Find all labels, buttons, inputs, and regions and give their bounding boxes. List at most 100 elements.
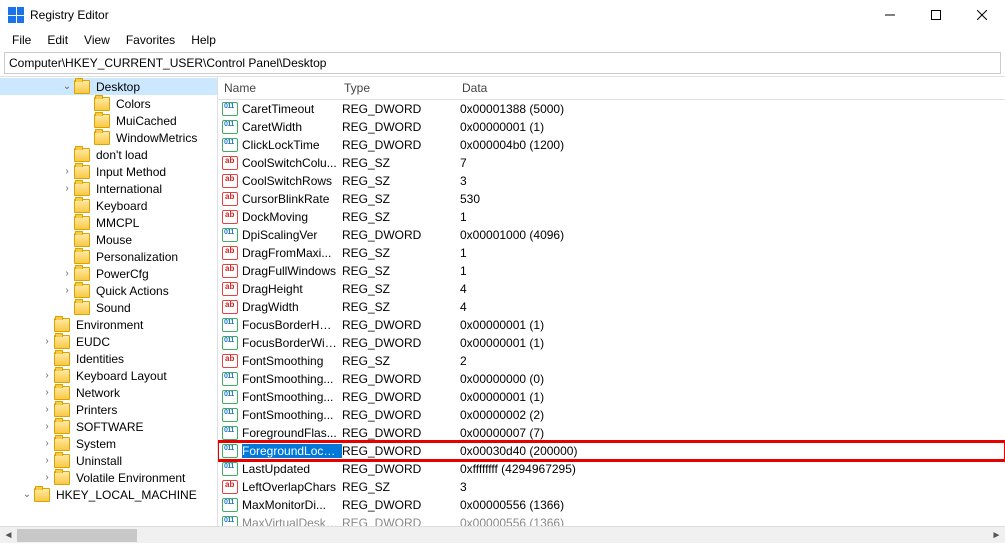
value-name: DpiScalingVer xyxy=(242,228,342,242)
value-row[interactable]: FontSmoothing...REG_DWORD0x00000000 (0) xyxy=(218,370,1005,388)
tree-item[interactable]: don't load xyxy=(0,146,217,163)
tree-item[interactable]: ›Network xyxy=(0,384,217,401)
tree-item-label: don't load xyxy=(94,148,150,162)
tree-item[interactable]: WindowMetrics xyxy=(0,129,217,146)
tree-item[interactable]: Keyboard xyxy=(0,197,217,214)
value-name: DragHeight xyxy=(242,282,342,296)
value-row[interactable]: CaretTimeoutREG_DWORD0x00001388 (5000) xyxy=(218,100,1005,118)
tree-item[interactable]: Sound xyxy=(0,299,217,316)
menu-help[interactable]: Help xyxy=(183,31,224,49)
expander-icon[interactable]: › xyxy=(40,438,54,449)
col-type[interactable]: Type xyxy=(338,77,456,99)
scroll-track[interactable] xyxy=(17,527,988,543)
expander-icon[interactable]: ⌄ xyxy=(60,81,74,92)
tree-item[interactable]: Personalization xyxy=(0,248,217,265)
value-name: FontSmoothing... xyxy=(242,390,342,404)
scroll-left-arrow[interactable]: ◄ xyxy=(0,527,17,544)
tree-pane[interactable]: ⌄ DesktopColorsMuiCachedWindowMetrics don'… xyxy=(0,77,218,526)
tree-item[interactable]: ›Printers xyxy=(0,401,217,418)
expander-icon[interactable]: › xyxy=(40,421,54,432)
value-row[interactable]: LastUpdatedREG_DWORD0xffffffff (42949672… xyxy=(218,460,1005,478)
folder-icon xyxy=(54,437,70,451)
menu-view[interactable]: View xyxy=(76,31,118,49)
value-row[interactable]: FocusBorderHei...REG_DWORD0x00000001 (1) xyxy=(218,316,1005,334)
tree-item[interactable]: Environment xyxy=(0,316,217,333)
tree-item[interactable]: ›System xyxy=(0,435,217,452)
expander-icon[interactable]: › xyxy=(40,387,54,398)
tree-item[interactable]: ⌄ Desktop xyxy=(0,78,217,95)
value-row[interactable]: DpiScalingVerREG_DWORD0x00001000 (4096) xyxy=(218,226,1005,244)
close-button[interactable] xyxy=(959,0,1005,30)
value-row[interactable]: ForegroundLock...REG_DWORD0x00030d40 (20… xyxy=(218,442,1005,460)
expander-icon[interactable]: › xyxy=(40,455,54,466)
folder-icon xyxy=(54,454,70,468)
tree-item[interactable]: › International xyxy=(0,180,217,197)
expander-icon[interactable]: › xyxy=(40,336,54,347)
tree-item[interactable]: ›Uninstall xyxy=(0,452,217,469)
expander-icon[interactable]: › xyxy=(40,472,54,483)
expander-icon[interactable]: › xyxy=(60,166,74,177)
value-row[interactable]: CaretWidthREG_DWORD0x00000001 (1) xyxy=(218,118,1005,136)
expander-icon[interactable]: › xyxy=(60,268,74,279)
value-row[interactable]: FontSmoothing...REG_DWORD0x00000001 (1) xyxy=(218,388,1005,406)
value-row[interactable]: ForegroundFlas...REG_DWORD0x00000007 (7) xyxy=(218,424,1005,442)
value-row[interactable]: DragFullWindowsREG_SZ1 xyxy=(218,262,1005,280)
values-pane[interactable]: Name Type Data CaretTimeoutREG_DWORD0x00… xyxy=(218,77,1005,526)
menu-favorites[interactable]: Favorites xyxy=(118,31,183,49)
tree-item[interactable]: Colors xyxy=(0,95,217,112)
tree-item-label: Volatile Environment xyxy=(74,471,187,485)
value-name: CaretTimeout xyxy=(242,102,342,116)
expander-icon[interactable]: › xyxy=(60,285,74,296)
expander-icon[interactable]: › xyxy=(60,183,74,194)
tree-item-label: Desktop xyxy=(94,80,142,94)
tree-item[interactable]: ›Input Method xyxy=(0,163,217,180)
value-row[interactable]: CoolSwitchColu...REG_SZ7 xyxy=(218,154,1005,172)
minimize-button[interactable] xyxy=(867,0,913,30)
tree-item[interactable]: › Volatile Environment xyxy=(0,469,217,486)
expander-icon[interactable]: › xyxy=(40,370,54,381)
value-row[interactable]: FontSmoothingREG_SZ2 xyxy=(218,352,1005,370)
value-row[interactable]: MaxMonitorDi...REG_DWORD0x00000556 (1366… xyxy=(218,496,1005,514)
expander-icon[interactable]: ⌄ xyxy=(20,489,34,500)
tree-item[interactable]: ›Quick Actions xyxy=(0,282,217,299)
value-row[interactable]: CursorBlinkRateREG_SZ530 xyxy=(218,190,1005,208)
tree-item[interactable]: ⌄HKEY_LOCAL_MACHINE xyxy=(0,486,217,503)
value-row[interactable]: FontSmoothing...REG_DWORD0x00000002 (2) xyxy=(218,406,1005,424)
value-row[interactable]: FocusBorderWid...REG_DWORD0x00000001 (1) xyxy=(218,334,1005,352)
tree-item-label: International xyxy=(94,182,164,196)
tree-item[interactable]: ›EUDC xyxy=(0,333,217,350)
value-row[interactable]: CoolSwitchRowsREG_SZ3 xyxy=(218,172,1005,190)
binary-icon xyxy=(222,426,238,440)
address-bar[interactable]: Computer\HKEY_CURRENT_USER\Control Panel… xyxy=(4,52,1001,74)
horizontal-scrollbar[interactable]: ◄ ► xyxy=(0,526,1005,543)
value-data: 0x00000001 (1) xyxy=(460,336,1005,350)
tree-item[interactable]: Identities xyxy=(0,350,217,367)
menu-edit[interactable]: Edit xyxy=(39,31,76,49)
value-type: REG_DWORD xyxy=(342,120,460,134)
col-data[interactable]: Data xyxy=(456,77,1005,99)
value-row[interactable]: LeftOverlapCharsREG_SZ3 xyxy=(218,478,1005,496)
value-row[interactable]: ClickLockTimeREG_DWORD0x000004b0 (1200) xyxy=(218,136,1005,154)
tree-item[interactable]: Mouse xyxy=(0,231,217,248)
value-row[interactable]: MaxVirtualDeskt...REG_DWORD0x00000556 (1… xyxy=(218,514,1005,526)
scroll-right-arrow[interactable]: ► xyxy=(988,527,1005,544)
value-data: 1 xyxy=(460,210,1005,224)
tree-item[interactable]: ›Keyboard Layout xyxy=(0,367,217,384)
expander-icon[interactable]: › xyxy=(40,404,54,415)
value-type: REG_SZ xyxy=(342,192,460,206)
value-row[interactable]: DockMovingREG_SZ1 xyxy=(218,208,1005,226)
tree-item-label: PowerCfg xyxy=(94,267,151,281)
value-row[interactable]: DragFromMaxi...REG_SZ1 xyxy=(218,244,1005,262)
col-name[interactable]: Name xyxy=(218,77,338,99)
scroll-thumb[interactable] xyxy=(17,529,137,542)
value-type: REG_DWORD xyxy=(342,444,460,458)
value-row[interactable]: DragWidthREG_SZ4 xyxy=(218,298,1005,316)
value-type: REG_DWORD xyxy=(342,408,460,422)
tree-item[interactable]: ›SOFTWARE xyxy=(0,418,217,435)
value-row[interactable]: DragHeightREG_SZ4 xyxy=(218,280,1005,298)
tree-item[interactable]: MMCPL xyxy=(0,214,217,231)
menu-file[interactable]: File xyxy=(4,31,39,49)
tree-item[interactable]: › PowerCfg xyxy=(0,265,217,282)
tree-item[interactable]: MuiCached xyxy=(0,112,217,129)
maximize-button[interactable] xyxy=(913,0,959,30)
